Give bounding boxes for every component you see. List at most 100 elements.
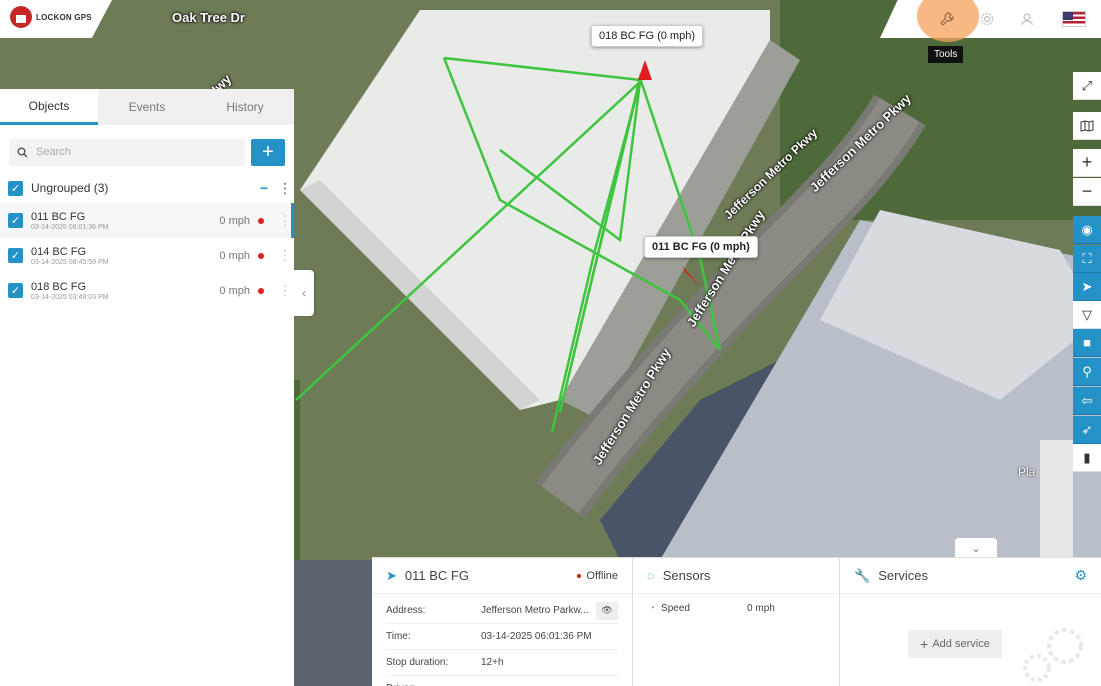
- gears-decoration-icon: [1023, 628, 1083, 682]
- list-item[interactable]: ✓ 018 BC FG 03-14-2025 03:49:03 PM 0 mph…: [0, 273, 294, 308]
- user-icon[interactable]: [1016, 8, 1038, 30]
- list-item[interactable]: ✓ 011 BC FG 03-14-2025 06:01:36 PM 0 mph…: [0, 203, 294, 238]
- navigate-button[interactable]: ➤: [1073, 273, 1101, 301]
- traffic-light-icon: ▮: [1083, 449, 1091, 465]
- add-service-label: Add service: [932, 638, 990, 650]
- object-name: 011 BC FG: [31, 210, 86, 223]
- object-time: 03-14-2025 03:49:03 PM: [31, 293, 109, 301]
- services-title: Services: [878, 568, 929, 583]
- navigation-arrow-icon: ➤: [386, 567, 397, 583]
- panel-tabs: Objects Events History: [0, 89, 294, 125]
- object-menu-icon[interactable]: ⋮: [278, 247, 292, 264]
- collapse-panel-button[interactable]: ‹: [294, 270, 314, 316]
- group-checkbox[interactable]: ✓: [8, 180, 23, 196]
- object-name: 014 BC FG: [31, 245, 87, 258]
- zoom-out-button[interactable]: −: [1073, 178, 1101, 206]
- gear-icon[interactable]: [976, 8, 998, 30]
- lock-button[interactable]: ■: [1073, 329, 1101, 357]
- sensor-name: Speed: [661, 603, 690, 614]
- app-logo[interactable]: LOCKON GPS: [10, 6, 92, 28]
- place-label: Pla: [1018, 465, 1036, 479]
- search-box: [9, 138, 245, 166]
- object-info: 014 BC FG 03-14-2025 08:45:59 PM: [31, 246, 219, 266]
- fullscreen-button[interactable]: ⤢: [1073, 72, 1101, 100]
- map-layers-icon: [1080, 119, 1094, 132]
- services-panel: 🔧 Services ⚙ + Add service: [840, 558, 1101, 686]
- object-speed: 0 mph: [219, 214, 250, 227]
- detail-row-address: Address: Jefferson Metro Parkw... 👁: [386, 598, 618, 624]
- detail-key: Time:: [386, 631, 411, 642]
- add-object-button[interactable]: +: [251, 138, 285, 166]
- back-arrow-icon: ⇦: [1081, 392, 1093, 408]
- object-speed: 0 mph: [219, 249, 250, 262]
- gear-icon[interactable]: ⚙: [1074, 567, 1087, 584]
- object-menu-icon[interactable]: ⋮: [278, 282, 292, 299]
- eye-icon[interactable]: 👁: [596, 601, 618, 620]
- object-speed: 0 mph: [219, 284, 250, 297]
- map-layers-button[interactable]: [1073, 112, 1101, 140]
- sensor-row: ◔ Speed 0 mph: [633, 594, 839, 623]
- wrench-icon[interactable]: [936, 8, 958, 30]
- send-button[interactable]: ➶: [1073, 416, 1101, 444]
- search-icon: [17, 147, 28, 157]
- object-time: 03-14-2025 08:45:59 PM: [31, 258, 109, 266]
- navigate-icon: ➤: [1081, 278, 1093, 294]
- road-label-oak-tree: Oak Tree Dr: [172, 10, 245, 25]
- search-input[interactable]: [36, 146, 226, 158]
- object-checkbox[interactable]: ✓: [8, 248, 23, 263]
- signal-icon: ◌: [647, 568, 655, 583]
- chevron-left-icon: ‹: [302, 286, 306, 300]
- lock-logo-icon: [10, 6, 32, 28]
- offline-dot-icon: [577, 573, 582, 578]
- zoom-out-icon: −: [1081, 181, 1093, 201]
- lock-icon: ■: [1083, 335, 1091, 350]
- collapse-group-button[interactable]: −: [260, 180, 268, 196]
- detail-key: Address:: [386, 605, 426, 616]
- back-arrow-button[interactable]: ⇦: [1073, 387, 1101, 415]
- group-row[interactable]: ✓ Ungrouped (3) − ⋮: [0, 173, 294, 203]
- location-pin-button[interactable]: ⚲: [1073, 358, 1101, 386]
- add-service-button[interactable]: + Add service: [908, 630, 1002, 658]
- object-details-panel: ➤ 011 BC FG Offline Address: Jefferson M…: [372, 558, 633, 686]
- wrench-icon: 🔧: [854, 567, 871, 583]
- us-flag-icon[interactable]: [1062, 11, 1086, 27]
- fullscreen-icon: ⤢: [1081, 77, 1093, 93]
- details-area: ➤ 011 BC FG Offline Address: Jefferson M…: [372, 557, 1101, 686]
- vehicle-tooltip-011[interactable]: 011 BC FG (0 mph): [644, 236, 758, 258]
- filter-button[interactable]: ▽: [1073, 301, 1101, 329]
- tab-history[interactable]: History: [196, 89, 294, 125]
- detail-value: 03-14-2025 06:01:36 PM: [481, 631, 592, 642]
- speedometer-icon: ◔: [649, 603, 656, 614]
- vehicle-tooltip-018[interactable]: 018 BC FG (0 mph): [591, 25, 703, 47]
- services-header: 🔧 Services ⚙: [840, 558, 1101, 594]
- bottom-panel-toggle[interactable]: ⌄: [955, 538, 997, 558]
- status-badge: Offline: [577, 570, 618, 582]
- chevron-down-icon: ⌄: [971, 542, 981, 555]
- status-dot-icon: [258, 287, 264, 294]
- group-menu-icon[interactable]: ⋮: [278, 180, 292, 197]
- object-name: 018 BC FG: [31, 280, 87, 293]
- target-button[interactable]: ◉: [1073, 216, 1101, 244]
- object-menu-icon[interactable]: ⋮: [278, 212, 292, 229]
- send-icon: ➶: [1081, 421, 1093, 437]
- object-time: 03-14-2025 06:01:36 PM: [31, 223, 109, 231]
- detail-key: Stop duration:: [386, 657, 449, 668]
- zoom-in-button[interactable]: +: [1073, 149, 1101, 177]
- status-dot-icon: [258, 252, 264, 259]
- tab-objects[interactable]: Objects: [0, 89, 98, 125]
- search-row: +: [0, 131, 294, 173]
- fit-bounds-button[interactable]: ⛶: [1073, 245, 1101, 273]
- object-info: 018 BC FG 03-14-2025 03:49:03 PM: [31, 281, 219, 301]
- tab-events[interactable]: Events: [98, 89, 196, 125]
- detail-row-time: Time: 03-14-2025 06:01:36 PM: [386, 624, 618, 650]
- object-checkbox[interactable]: ✓: [8, 283, 23, 298]
- object-checkbox[interactable]: ✓: [8, 213, 23, 228]
- detail-row-driver: Driver:: [386, 676, 618, 686]
- detail-value: Jefferson Metro Parkw...: [481, 605, 589, 616]
- sensors-header: ◌ Sensors: [633, 558, 839, 594]
- list-item[interactable]: ✓ 014 BC FG 03-14-2025 08:45:59 PM 0 mph…: [0, 238, 294, 273]
- plus-icon: +: [920, 636, 929, 652]
- group-name: Ungrouped (3): [31, 181, 109, 195]
- traffic-light-button[interactable]: ▮: [1073, 444, 1101, 472]
- detail-value: 12+h: [481, 657, 504, 668]
